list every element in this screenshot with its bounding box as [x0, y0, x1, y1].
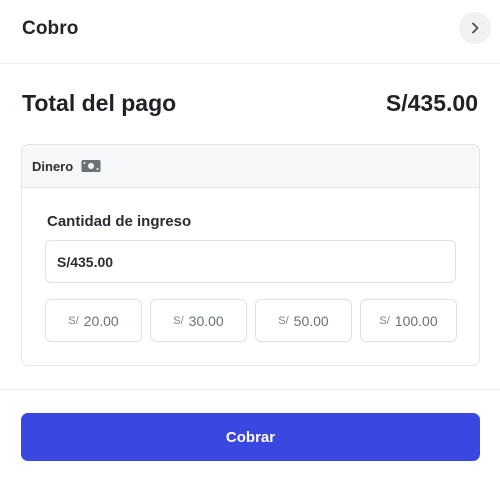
quick-amount-value: 20.00	[83, 312, 119, 329]
currency-symbol: S/	[173, 314, 184, 327]
currency-symbol: S/	[68, 314, 79, 327]
amount-input-label: Cantidad de ingreso	[47, 213, 192, 230]
quick-amount-value: 100.00	[394, 312, 438, 329]
charge-button[interactable]: Cobrar	[21, 413, 480, 461]
currency-symbol: S/	[278, 314, 289, 327]
payment-total: Total del pago S/435.00	[22, 88, 478, 122]
total-label: Total del pago	[22, 90, 177, 116]
received-amount-input[interactable]	[45, 240, 456, 283]
quick-amount-20-button[interactable]: S/ 20.00	[45, 299, 142, 342]
total-amount: S/435.00	[385, 90, 478, 116]
quick-amount-options: S/ 20.00 S/ 30.00 S/ 50.00 S/ 100.00	[45, 299, 457, 342]
payment-method-header: Dinero	[22, 145, 479, 188]
panel-header: Cobro	[0, 0, 500, 64]
panel-title: Cobro	[22, 18, 79, 39]
payment-panel: Cobro Total del pago S/435.00 Dinero Can…	[0, 0, 500, 479]
payment-method-card: Dinero Cantidad de ingreso S/ 20.00 S/ 3…	[21, 144, 480, 366]
quick-amount-30-button[interactable]: S/ 30.00	[150, 299, 247, 342]
footer-divider	[0, 389, 500, 390]
quick-amount-100-button[interactable]: S/ 100.00	[360, 299, 457, 342]
close-panel-button[interactable]	[459, 12, 491, 44]
quick-amount-value: 30.00	[188, 312, 224, 329]
payment-method-name: Dinero	[32, 159, 74, 174]
quick-amount-value: 50.00	[293, 312, 329, 329]
cash-icon	[81, 160, 101, 172]
quick-amount-50-button[interactable]: S/ 50.00	[255, 299, 352, 342]
currency-symbol: S/	[379, 314, 390, 327]
chevron-right-icon	[472, 22, 479, 34]
